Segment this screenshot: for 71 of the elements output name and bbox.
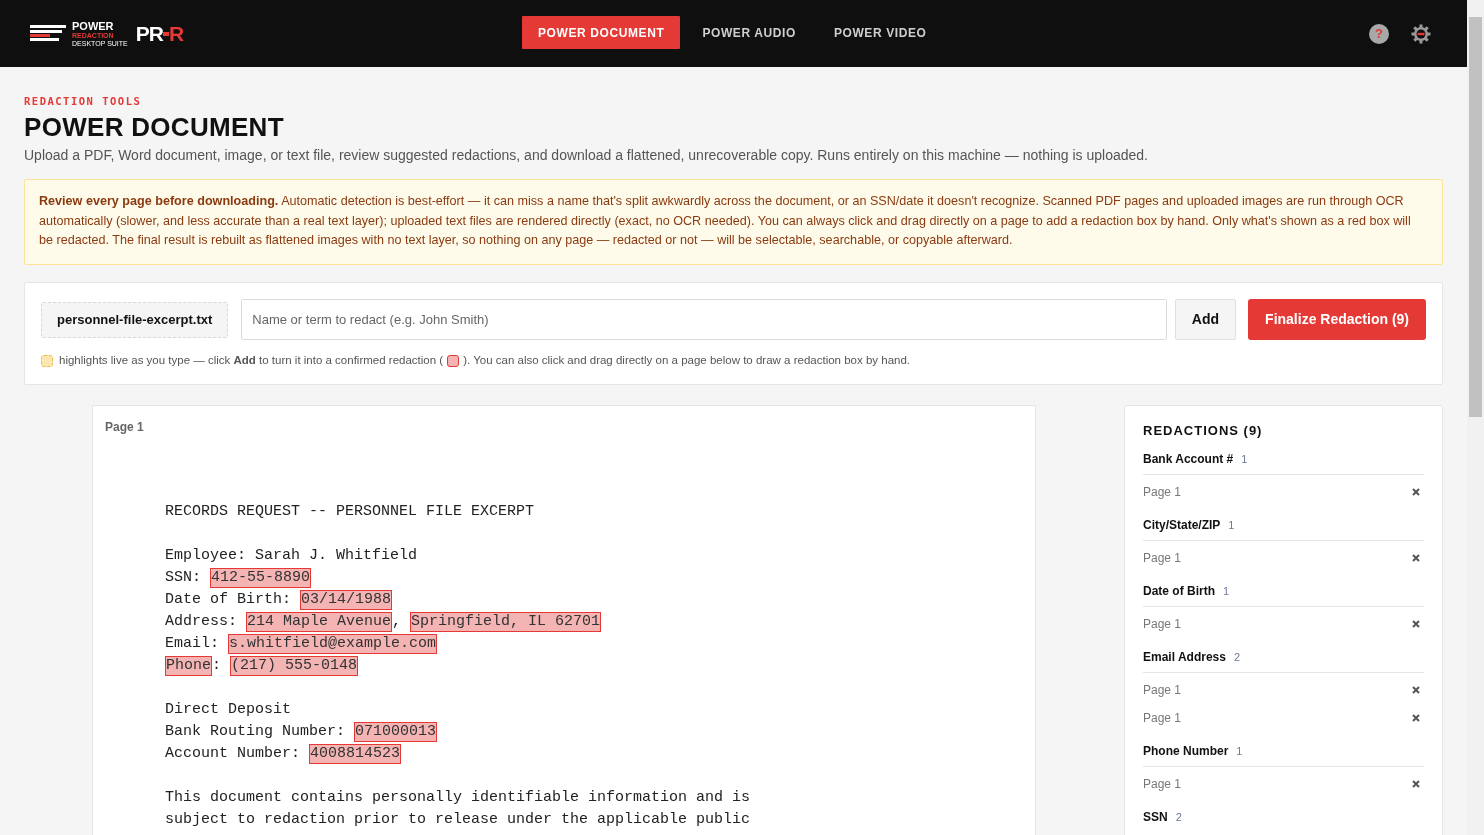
group-count: 1 <box>1223 584 1230 600</box>
document-text: Date of Birth: <box>165 590 293 611</box>
document-text: Direct Deposit <box>165 700 292 721</box>
document-text: Employee: Sarah J. Whitfield <box>165 546 418 567</box>
document-text: Email: <box>165 634 220 655</box>
group-count: 1 <box>1241 452 1248 468</box>
document-text: RECORDS REQUEST -- PERSONNEL FILE EXCERPT <box>165 502 535 523</box>
document-text: Address: <box>165 612 238 633</box>
page-description: Upload a PDF, Word document, image, or text file, review suggested redactions, and download a flattened, unrecoverable copy. Runs entirely on this machine — nothing is uploaded. <box>24 146 1149 164</box>
remove-icon[interactable] <box>1412 488 1420 497</box>
redaction-box: Springfield, IL 62701 <box>410 612 602 633</box>
group-count: 2 <box>1175 810 1182 826</box>
group-count: 2 <box>1233 650 1241 666</box>
scrollbar-thumb[interactable] <box>1469 17 1482 417</box>
redaction-box: (217) 555-0148 <box>230 656 359 677</box>
document-text: subject to redaction prior to release under the applicable public <box>165 810 751 831</box>
redaction-box: 071000013 <box>354 722 438 743</box>
term-input-field[interactable]: Name or term to redact (e.g. John Smith) <box>241 299 1167 341</box>
file-name-chip: personnel-file-excerpt.txt <box>41 301 229 338</box>
redaction-box: 03/14/1988 <box>300 590 393 611</box>
page-label: Page 1 <box>105 419 145 437</box>
logo-dash-icon <box>162 31 169 36</box>
redaction-box: 214 Maple Avenue <box>246 612 393 633</box>
remove-icon[interactable] <box>1412 780 1420 789</box>
warning-text: Review every page before downloading. Automatic detection is best-effort — it can miss a name that's split awkwardly across the document, or an SSN/date it doesn't recognize. Scanned PDF pages and uploaded images are run through OCR automatically (slower, and less accurate than a real text layer); uploaded text files are rendered directly (exact, no OCR needed). You can always click and drag directly on a page to add a redaction box by hand. Only what's shown as a red box will be redacted. The final result is rebuilt as flattened images with no text layer, so nothing on any page — redacted or not — will be selectable, searchable, or copyable afterward. <box>39 193 1412 250</box>
scrollbar[interactable] <box>1467 0 1484 835</box>
nav-tab[interactable]: POWER DOCUMENT <box>522 16 681 49</box>
group-label: SSN <box>1143 809 1168 827</box>
nav-tab[interactable]: POWER VIDEO <box>817 16 943 49</box>
hint-text: highlights live as you type — click Add to turn it into a confirmed redaction ( <box>59 353 444 369</box>
remove-icon[interactable] <box>1412 620 1420 629</box>
remove-icon[interactable] <box>1412 686 1420 695</box>
redactions-title: REDACTIONS (9) <box>1143 422 1264 441</box>
document-text: SSN: <box>165 568 202 589</box>
redaction-page-item[interactable]: Page 1 <box>1143 615 1182 634</box>
redaction-swatch-icon <box>447 354 460 367</box>
redaction-page-item[interactable]: Page 1 <box>1143 775 1182 794</box>
redaction-page-item[interactable]: Page 1 <box>1143 549 1182 568</box>
group-label: City/State/ZIP <box>1143 517 1221 535</box>
group-count: 1 <box>1236 744 1243 760</box>
redaction-page-item[interactable]: Page 1 <box>1143 483 1182 502</box>
group-label: Email Address <box>1143 649 1226 667</box>
section-eyebrow: REDACTION TOOLS <box>24 94 143 108</box>
document-text: : <box>212 656 223 677</box>
document-text: This document contains personally identifiable information and is <box>165 788 751 809</box>
logo-mark-accent: R <box>168 23 185 44</box>
document-text: Bank Routing Number: <box>165 722 347 743</box>
logo-lines-icon <box>30 24 66 43</box>
redaction-box: Phone <box>165 656 212 677</box>
redaction-box: s.whitfield@example.com <box>228 634 438 655</box>
remove-icon[interactable] <box>1412 554 1420 563</box>
remove-icon[interactable] <box>1412 714 1420 723</box>
group-count: 1 <box>1228 518 1235 534</box>
page-title: POWER DOCUMENT <box>24 112 285 142</box>
redaction-box: 4008814523 <box>309 744 402 765</box>
redaction-page-item[interactable]: Page 1 <box>1143 709 1182 728</box>
finalize-redaction-button[interactable]: Finalize Redaction (9) <box>1248 299 1426 341</box>
highlight-swatch-icon <box>41 354 53 367</box>
logo-mark: PR <box>135 23 163 44</box>
redaction-page-item[interactable]: Page 1 <box>1143 681 1182 700</box>
group-label: Phone Number <box>1143 743 1229 761</box>
group-label: Date of Birth <box>1143 583 1215 601</box>
logo-word: POWER <box>72 20 115 32</box>
group-label: Bank Account # <box>1143 451 1234 469</box>
settings-icon[interactable] <box>1411 23 1431 44</box>
document-text: Account Number: <box>165 744 302 765</box>
nav-tab[interactable]: POWER AUDIO <box>686 16 812 49</box>
hint-text: ). You can also click and drag directly on a page below to draw a redaction box by hand. <box>463 353 911 369</box>
document-text: , <box>392 612 403 633</box>
add-button[interactable]: Add <box>1174 299 1237 341</box>
redaction-box: 412-55-8890 <box>210 568 312 589</box>
